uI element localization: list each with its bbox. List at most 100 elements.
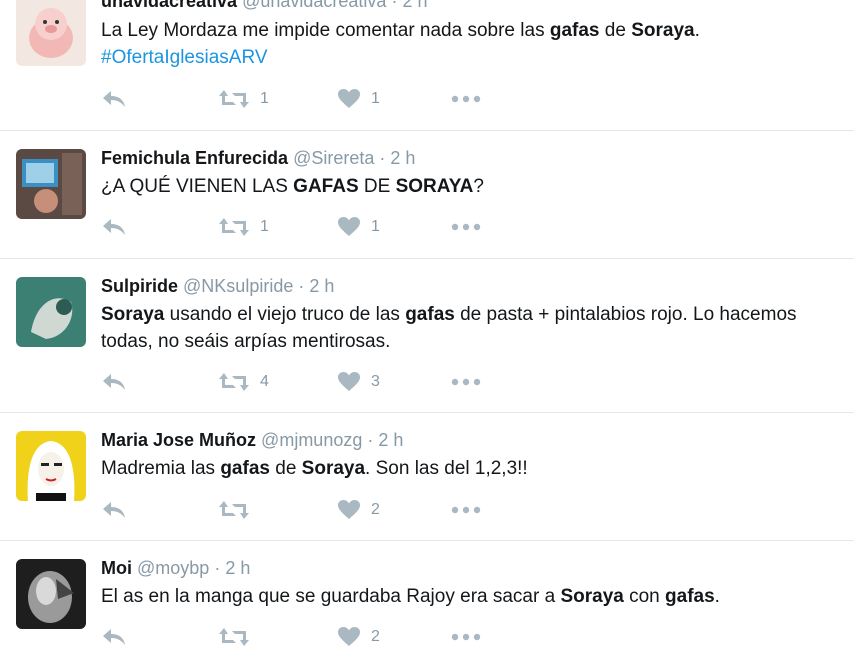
retweet-icon: [219, 373, 249, 391]
retweet-button[interactable]: 1: [218, 87, 269, 111]
heart-icon: [338, 627, 360, 646]
more-button[interactable]: [451, 498, 481, 522]
separator-dot: ·: [379, 148, 386, 168]
highlight-term: gafas: [549, 20, 600, 41]
more-button[interactable]: [451, 625, 481, 649]
retweet-button[interactable]: 4: [218, 370, 269, 394]
highlight-term: gafas: [220, 458, 270, 479]
more-icon: [451, 633, 481, 641]
reply-button[interactable]: [101, 625, 127, 649]
like-button[interactable]: 3: [337, 370, 380, 394]
reply-icon: [103, 502, 125, 518]
retweet-icon: [219, 90, 249, 108]
highlight-term: Soraya: [631, 20, 695, 41]
timestamp[interactable]: 2 h: [378, 430, 403, 450]
like-button[interactable]: 1: [337, 215, 380, 239]
avatar[interactable]: [16, 277, 86, 347]
retweet-count: 4: [260, 373, 269, 390]
highlight-term: Soraya: [101, 304, 165, 325]
heart-icon: [338, 217, 360, 236]
timestamp[interactable]: 2 h: [309, 276, 334, 296]
more-icon: [451, 506, 481, 514]
avatar[interactable]: [16, 559, 86, 629]
tweet-text: ¿A QUÉ VIENEN LAS GAFAS DE SORAYA?: [101, 173, 841, 200]
hashtag-link[interactable]: #OfertaIglesiasARV: [101, 47, 268, 68]
text-segment: . Son las del 1,2,3!!: [365, 458, 528, 479]
timestamp[interactable]: 2 h: [390, 148, 415, 168]
heart-icon: [338, 89, 360, 108]
reply-button[interactable]: [101, 215, 127, 239]
separator-dot: ·: [298, 276, 305, 296]
like-count: 1: [371, 218, 380, 235]
text-segment: DE: [358, 176, 396, 197]
like-button[interactable]: 2: [337, 625, 380, 649]
retweet-icon: [219, 218, 249, 236]
separator-dot: ·: [391, 0, 398, 11]
like-count: 1: [371, 90, 380, 107]
reply-icon: [103, 219, 125, 235]
author-name[interactable]: Moi: [101, 558, 132, 578]
retweet-icon: [219, 628, 249, 646]
highlight-term: GAFAS: [293, 176, 359, 197]
retweet-button[interactable]: [218, 625, 260, 649]
divider: [0, 258, 854, 259]
timestamp[interactable]: 2 h: [402, 0, 427, 11]
avatar[interactable]: [16, 149, 86, 219]
retweet-count: 1: [260, 218, 269, 235]
tweet-text: La Ley Mordaza me impide comentar nada s…: [101, 17, 841, 71]
separator-dot: ·: [214, 558, 221, 578]
author-handle[interactable]: @NKsulpiride: [183, 276, 293, 296]
retweet-button[interactable]: 1: [218, 215, 269, 239]
author-name[interactable]: unavidacreativa: [101, 0, 237, 11]
divider: [0, 130, 854, 131]
author-handle[interactable]: @moybp: [137, 558, 209, 578]
more-button[interactable]: [451, 87, 481, 111]
author-handle[interactable]: @unavidacreativa: [242, 0, 386, 11]
highlight-term: SORAYA: [395, 176, 474, 197]
text-segment: La Ley Mordaza me impide comentar nada s…: [101, 20, 550, 41]
author-handle[interactable]: @Sirereta: [293, 148, 374, 168]
like-count: 2: [371, 501, 380, 518]
like-button[interactable]: 2: [337, 498, 380, 522]
more-button[interactable]: [451, 215, 481, 239]
highlight-term: Soraya: [301, 458, 366, 479]
more-icon: [451, 223, 481, 231]
text-segment: usando el viejo truco de las: [164, 304, 406, 325]
highlight-term: gafas: [665, 586, 715, 607]
text-segment: ?: [473, 176, 484, 197]
reply-icon: [103, 374, 125, 390]
timestamp[interactable]: 2 h: [225, 558, 250, 578]
reply-button[interactable]: [101, 87, 127, 111]
highlight-term: gafas: [405, 304, 455, 325]
heart-icon: [338, 372, 360, 391]
reply-icon: [103, 91, 125, 107]
like-button[interactable]: 1: [337, 87, 380, 111]
text-segment: de: [269, 458, 302, 479]
more-icon: [451, 378, 481, 386]
reply-button[interactable]: [101, 370, 127, 394]
divider: [0, 412, 854, 413]
author-name[interactable]: Maria Jose Muñoz: [101, 430, 256, 450]
more-button[interactable]: [451, 370, 481, 394]
reply-button[interactable]: [101, 498, 127, 522]
author-name[interactable]: Femichula Enfurecida: [101, 148, 288, 168]
author-handle[interactable]: @mjmunozg: [261, 430, 362, 450]
tweet-text: Soraya usando el viejo truco de las gafa…: [101, 301, 841, 355]
text-segment: ¿A QUÉ VIENEN LAS: [101, 176, 294, 197]
highlight-term: Soraya: [560, 586, 624, 607]
text-segment: Madremia las: [101, 458, 221, 479]
avatar[interactable]: [16, 0, 86, 66]
retweet-icon: [219, 501, 249, 519]
text-segment: El as en la manga que se guardaba Rajoy …: [101, 586, 561, 607]
like-count: 3: [371, 373, 380, 390]
divider: [0, 540, 854, 541]
retweet-button[interactable]: [218, 498, 260, 522]
like-count: 2: [371, 628, 380, 645]
tweet-text: El as en la manga que se guardaba Rajoy …: [101, 583, 841, 610]
avatar[interactable]: [16, 431, 86, 501]
retweet-count: 1: [260, 90, 269, 107]
text-segment: de: [599, 20, 632, 41]
reply-icon: [103, 629, 125, 645]
author-name[interactable]: Sulpiride: [101, 276, 178, 296]
text-segment: .: [694, 20, 700, 41]
